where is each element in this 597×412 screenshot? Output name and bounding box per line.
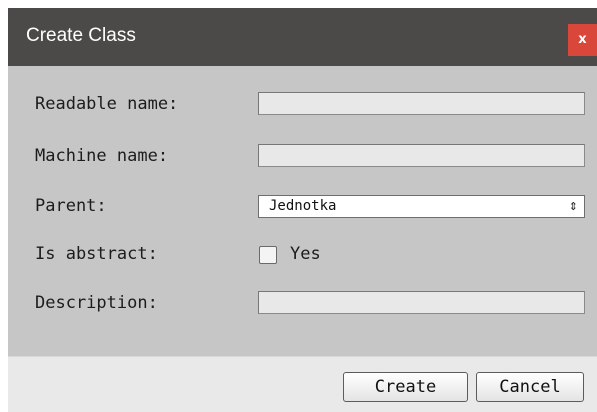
machine-name-label: Machine name: — [35, 146, 169, 166]
parent-select-value: Jednotka — [269, 198, 337, 214]
dialog-titlebar[interactable]: Create Class x — [8, 8, 597, 66]
parent-label: Parent: — [35, 196, 107, 216]
close-icon: x — [578, 32, 587, 47]
dialog-title: Create Class — [26, 25, 136, 46]
is-abstract-checkbox[interactable] — [259, 246, 277, 264]
create-class-dialog: Create Class x Readable name: Machine na… — [8, 8, 597, 412]
readable-name-label: Readable name: — [35, 94, 179, 114]
readable-name-input[interactable] — [258, 92, 585, 115]
create-button[interactable]: Create — [343, 372, 468, 402]
parent-select[interactable]: Jednotka ⇕ — [258, 195, 585, 218]
machine-name-input[interactable] — [258, 144, 585, 167]
description-input[interactable] — [258, 291, 585, 314]
select-arrows-icon: ⇕ — [568, 200, 578, 213]
cancel-button[interactable]: Cancel — [476, 372, 584, 402]
is-abstract-label: Is abstract: — [35, 244, 158, 264]
close-button[interactable]: x — [568, 24, 597, 56]
description-label: Description: — [35, 293, 158, 313]
is-abstract-yes-label[interactable]: Yes — [290, 244, 321, 264]
